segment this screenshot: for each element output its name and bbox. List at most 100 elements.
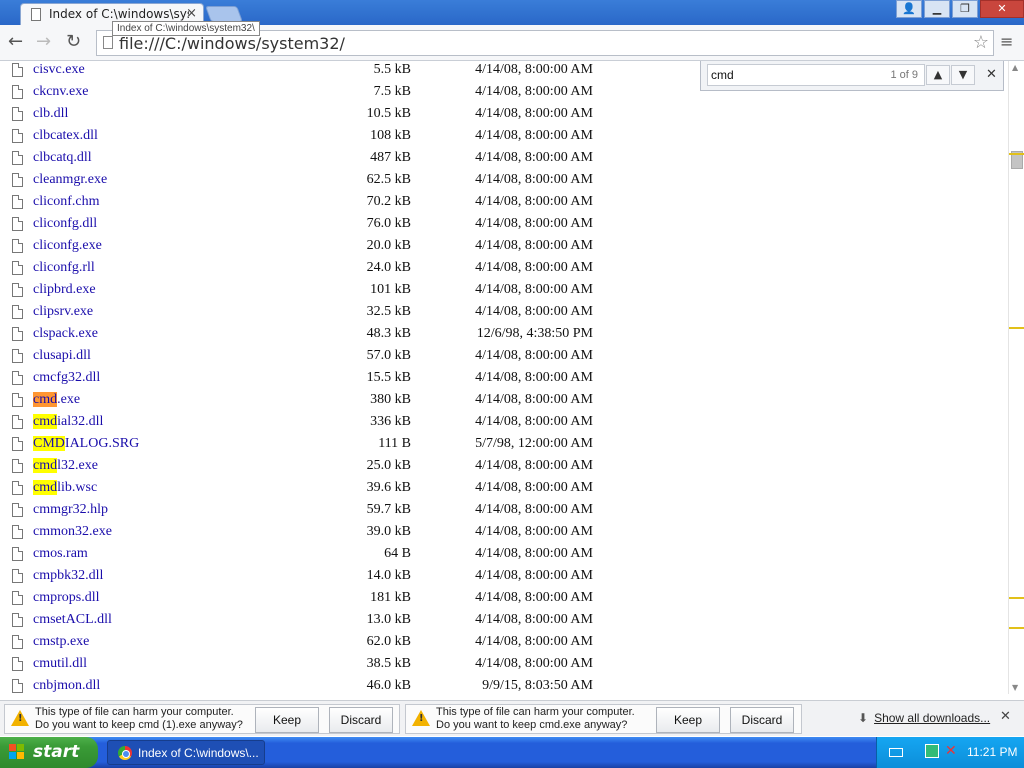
forward-icon[interactable]: →	[36, 33, 51, 51]
warning-icon	[11, 710, 29, 726]
file-link[interactable]: cliconf.chm	[33, 194, 99, 210]
file-link[interactable]: clipbrd.exe	[33, 282, 96, 298]
tab-close-icon[interactable]: ×	[186, 6, 197, 21]
find-close-icon[interactable]: ✕	[986, 67, 997, 82]
reload-icon[interactable]: ↻	[66, 33, 81, 51]
file-row: cmprops.dll 181 kB 4/14/08, 8:00:00 AM	[0, 588, 1008, 610]
find-query[interactable]: cmd	[711, 68, 734, 82]
file-size: 39.0 kB	[366, 524, 411, 539]
file-link[interactable]: CMDIALOG.SRG	[33, 436, 139, 452]
start-label: start	[33, 742, 80, 762]
discard-button[interactable]: Discard	[329, 707, 393, 733]
file-row: clipsrv.exe 32.5 kB 4/14/08, 8:00:00 AM	[0, 302, 1008, 324]
new-tab-button[interactable]	[205, 6, 243, 22]
file-link[interactable]: cmpbk32.dll	[33, 568, 103, 584]
file-date: 4/14/08, 8:00:00 AM	[475, 260, 593, 275]
file-date: 4/14/08, 8:00:00 AM	[475, 480, 593, 495]
file-date: 4/14/08, 8:00:00 AM	[475, 656, 593, 671]
file-row: cmcfg32.dll 15.5 kB 4/14/08, 8:00:00 AM	[0, 368, 1008, 390]
vertical-scrollbar[interactable]: ▲ ▼	[1008, 61, 1024, 694]
file-icon	[12, 525, 23, 539]
file-link[interactable]: cmstp.exe	[33, 634, 89, 650]
bookmark-star-icon[interactable]: ☆	[973, 32, 989, 53]
file-size: 15.5 kB	[366, 370, 411, 385]
scroll-down-icon[interactable]: ▼	[1012, 683, 1018, 692]
file-link[interactable]: clusapi.dll	[33, 348, 91, 364]
file-link[interactable]: cnbjmon.dll	[33, 678, 100, 694]
profile-icon[interactable]: 👤	[896, 0, 922, 18]
file-row: cliconf.chm 70.2 kB 4/14/08, 8:00:00 AM	[0, 192, 1008, 214]
show-all-downloads-link[interactable]: ⬇ Show all downloads...	[858, 711, 990, 725]
file-link[interactable]: cmutil.dll	[33, 656, 87, 672]
find-bar: cmd 1 of 9 ▲ ▼ ✕	[700, 61, 1004, 91]
file-link[interactable]: cmd.exe	[33, 392, 80, 408]
file-link[interactable]: clipsrv.exe	[33, 304, 93, 320]
find-match: cmd	[33, 458, 58, 473]
file-link[interactable]: ckcnv.exe	[33, 84, 88, 100]
file-link[interactable]: cmmgr32.hlp	[33, 502, 108, 518]
file-icon	[12, 591, 23, 605]
menu-icon[interactable]: ≡	[1000, 32, 1013, 51]
shelf-close-icon[interactable]: ✕	[1000, 709, 1011, 724]
maximize-button[interactable]: ❐	[952, 0, 978, 18]
file-link[interactable]: clb.dll	[33, 106, 68, 122]
scroll-up-icon[interactable]: ▲	[1012, 63, 1018, 72]
file-link[interactable]: cmos.ram	[33, 546, 88, 562]
file-link[interactable]: clbcatq.dll	[33, 150, 92, 166]
file-link[interactable]: cleanmgr.exe	[33, 172, 107, 188]
discard-button[interactable]: Discard	[730, 707, 794, 733]
file-row: cmd.exe 380 kB 4/14/08, 8:00:00 AM	[0, 390, 1008, 412]
file-link[interactable]: cmsetACL.dll	[33, 612, 112, 628]
file-row: cleanmgr.exe 62.5 kB 4/14/08, 8:00:00 AM	[0, 170, 1008, 192]
file-date: 12/6/98, 4:38:50 PM	[476, 326, 593, 341]
url-text[interactable]: file:///C:/windows/system32/	[119, 34, 345, 53]
file-icon	[12, 261, 23, 275]
taskbar-item-chrome[interactable]: Index of C:\windows\...	[107, 740, 265, 765]
file-link[interactable]: cliconfg.rll	[33, 260, 95, 276]
keyboard-icon[interactable]	[889, 748, 903, 757]
file-date: 4/14/08, 8:00:00 AM	[475, 304, 593, 319]
file-icon	[12, 349, 23, 363]
file-date: 4/14/08, 8:00:00 AM	[475, 634, 593, 649]
find-previous-button[interactable]: ▲	[926, 65, 950, 85]
file-date: 4/14/08, 8:00:00 AM	[475, 370, 593, 385]
active-find-match: cmd	[33, 392, 58, 407]
file-link[interactable]: cmcfg32.dll	[33, 370, 100, 386]
file-link[interactable]: cisvc.exe	[33, 62, 85, 78]
find-input[interactable]: cmd 1 of 9	[707, 64, 925, 86]
network-icon[interactable]	[925, 744, 939, 758]
file-row: cmdl32.exe 25.0 kB 4/14/08, 8:00:00 AM	[0, 456, 1008, 478]
file-link[interactable]: cmmon32.exe	[33, 524, 112, 540]
keep-button[interactable]: Keep	[255, 707, 319, 733]
find-match: cmd	[33, 414, 58, 429]
file-size: 48.3 kB	[366, 326, 411, 341]
file-link[interactable]: cliconfg.exe	[33, 238, 102, 254]
file-link[interactable]: clspack.exe	[33, 326, 98, 342]
security-alert-icon[interactable]: ✕	[945, 743, 957, 759]
file-date: 5/7/98, 12:00:00 AM	[475, 436, 593, 451]
file-size: 10.5 kB	[366, 106, 411, 121]
file-icon	[12, 613, 23, 627]
file-link[interactable]: cmdlib.wsc	[33, 480, 97, 496]
file-row: cliconfg.rll 24.0 kB 4/14/08, 8:00:00 AM	[0, 258, 1008, 280]
file-link[interactable]: cliconfg.dll	[33, 216, 97, 232]
match-marker	[1009, 327, 1024, 329]
file-date: 4/14/08, 8:00:00 AM	[475, 458, 593, 473]
file-link[interactable]: clbcatex.dll	[33, 128, 98, 144]
file-size: 64 B	[384, 546, 411, 561]
keep-button[interactable]: Keep	[656, 707, 720, 733]
start-button[interactable]: start	[0, 737, 98, 768]
find-next-button[interactable]: ▼	[951, 65, 975, 85]
file-icon	[12, 305, 23, 319]
file-icon	[12, 657, 23, 671]
file-link[interactable]: cmdl32.exe	[33, 458, 98, 474]
file-link[interactable]: cmprops.dll	[33, 590, 100, 606]
file-size: 487 kB	[370, 150, 411, 165]
back-icon[interactable]: ←	[8, 33, 23, 51]
close-window-button[interactable]: ✕	[980, 0, 1024, 18]
file-date: 9/9/15, 8:03:50 AM	[482, 678, 593, 693]
file-link[interactable]: cmdial32.dll	[33, 414, 103, 430]
file-icon	[12, 63, 23, 77]
file-date: 4/14/08, 8:00:00 AM	[475, 392, 593, 407]
minimize-button[interactable]: ▁	[924, 0, 950, 18]
